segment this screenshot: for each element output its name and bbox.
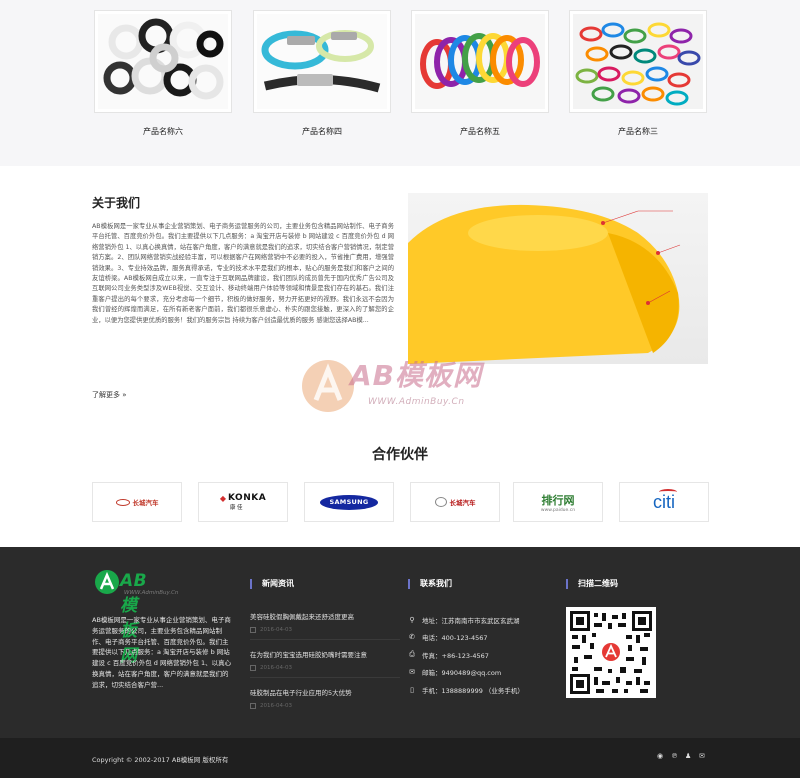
samsung-logo: SAMSUNG xyxy=(320,494,378,510)
ab-logo-icon xyxy=(95,570,119,594)
social-links: ◉ ℗ ♟ ✉ xyxy=(657,753,706,760)
divider xyxy=(250,639,400,640)
news-title[interactable]: 硅胶制品在电子行业应用的5大优势 xyxy=(250,687,400,697)
partner-citi[interactable]: citi xyxy=(619,482,709,522)
partner-label: KONKA xyxy=(227,493,267,503)
about-text: AB模板网是一家专业从事企业营销策划、电子商务运营服务的公司，主要业务包含精品网… xyxy=(92,223,394,324)
contact-label: 电话：400-123-4567 xyxy=(422,634,488,643)
product-card[interactable]: 产品名称四 xyxy=(253,10,391,137)
calendar-icon xyxy=(250,627,256,633)
contact-label[interactable]: 邮箱：9490489@qq.com xyxy=(422,667,501,677)
partner-sublabel: www.paidue.cn xyxy=(540,507,576,513)
news-date: 2016-04-03 xyxy=(260,665,292,671)
news-item[interactable]: 在为我们的宝宝选用硅胶奶嘴时需要注意 2016-04-03 xyxy=(250,649,400,678)
watermark-logo-icon xyxy=(302,360,354,412)
qq-icon[interactable]: ♟ xyxy=(685,753,692,760)
contact-address: ⚲ 地址：江苏南南市市玄武区玄武湖 xyxy=(408,611,524,629)
contact-label: 地址：江苏南南市市玄武区玄武湖 xyxy=(422,616,520,625)
partner-konka[interactable]: ◆ KONKA 康 佳 xyxy=(198,482,288,522)
mail-icon: ✉ xyxy=(409,668,415,677)
news-item[interactable]: 硅胶制品在电子行业应用的5大优势 2016-04-03 xyxy=(250,687,400,709)
partner-label: citi xyxy=(653,491,675,512)
learn-more-link[interactable]: 了解更多 » xyxy=(92,390,127,400)
partner-paihang[interactable]: 排行网 www.paidue.cn xyxy=(513,482,603,522)
news-date: 2016-04-03 xyxy=(260,627,292,633)
partner-greatwall[interactable]: 长城汽车 xyxy=(92,482,182,522)
partner-samsung[interactable]: SAMSUNG xyxy=(304,482,394,522)
bands-pile-image[interactable] xyxy=(573,14,703,109)
greatwall-logo xyxy=(115,498,130,506)
partner-greatwall-auto[interactable]: 长城汽车 xyxy=(410,482,500,522)
location-icon: ⚲ xyxy=(409,615,415,624)
contact-phone: ✆ 电话：400-123-4567 xyxy=(408,629,524,647)
paypal-icon[interactable]: ℗ xyxy=(671,753,678,760)
weibo-icon[interactable]: ◉ xyxy=(657,753,664,760)
contact-label: 传真：+86-123-4567 xyxy=(422,651,489,660)
partners-title: 合作伙伴 xyxy=(372,447,428,463)
contact-mobile: ▯ 手机：1388889999 （业务手机） xyxy=(408,681,524,699)
news-list: 美容硅胶假胸佩戴起来还舒适度更高 2016-04-03 在为我们的宝宝选用硅胶奶… xyxy=(250,611,400,718)
about-image xyxy=(408,193,708,364)
partner-sublabel: 康 佳 xyxy=(229,505,243,511)
contact-fax: ⎙ 传真：+86-123-4567 xyxy=(408,646,524,664)
news-date: 2016-04-03 xyxy=(260,703,292,709)
partner-label: SAMSUNG xyxy=(329,498,369,506)
contact-email[interactable]: ✉ 邮箱：9490489@qq.com xyxy=(408,664,524,682)
silicone-rings-image[interactable] xyxy=(98,14,228,109)
partner-label: 长城汽车 xyxy=(132,499,159,507)
copyright: Copyright © 2002-2017 AB模板网 版权所有 xyxy=(92,756,229,764)
news-heading: 新闻资讯 xyxy=(250,579,294,589)
fax-icon: ⎙ xyxy=(409,650,415,659)
products-section: 产品名称六 产品名称四 产品名称五 产品名称三 xyxy=(0,0,800,166)
calendar-icon xyxy=(250,703,256,709)
wristband-image[interactable] xyxy=(257,14,387,109)
product-card[interactable]: 产品名称三 xyxy=(569,10,707,137)
colored-bracelets-image[interactable] xyxy=(415,14,545,109)
news-item[interactable]: 美容硅胶假胸佩戴起来还舒适度更高 2016-04-03 xyxy=(250,611,400,640)
greatwall-auto-logo xyxy=(434,497,447,507)
footer-logo-sub: WWW.AdminBuy.Cn xyxy=(124,590,179,596)
contact-label: 手机：1388889999 （业务手机） xyxy=(422,686,524,695)
product-card[interactable]: 产品名称五 xyxy=(411,10,549,137)
footer: AB模板网 WWW.AdminBuy.Cn AB模板网是一家专业从事企业营销策划… xyxy=(0,547,800,738)
qr-heading: 扫描二维码 xyxy=(566,579,618,589)
product-name[interactable]: 产品名称四 xyxy=(253,126,391,137)
citi-logo xyxy=(659,488,677,495)
contact-list: ⚲ 地址：江苏南南市市玄武区玄武湖 ✆ 电话：400-123-4567 ⎙ 传真：+8… xyxy=(408,611,524,699)
news-title[interactable]: 美容硅胶假胸佩戴起来还舒适度更高 xyxy=(250,611,400,621)
konka-logo: ◆ xyxy=(219,493,226,503)
contact-heading: 联系我们 xyxy=(408,579,452,589)
partner-label: 长城汽车 xyxy=(449,499,476,507)
qr-code xyxy=(566,607,656,698)
partner-label: 排行网 xyxy=(541,493,575,507)
product-name[interactable]: 产品名称三 xyxy=(569,126,707,137)
calendar-icon xyxy=(250,665,256,671)
product-name[interactable]: 产品名称六 xyxy=(94,126,232,137)
product-card[interactable]: 产品名称六 xyxy=(94,10,232,137)
qr-code-icon xyxy=(570,611,652,694)
footer-intro: AB模板网是一家专业从事企业营销策划、电子商务运营服务的公司，主要业务包含精品网… xyxy=(92,616,232,689)
about-title: 关于我们 xyxy=(92,196,141,210)
divider xyxy=(250,677,400,678)
email-icon[interactable]: ✉ xyxy=(699,753,706,760)
watermark-sub: WWW.AdminBuy.Cn xyxy=(368,397,465,407)
footer-bottom: Copyright © 2002-2017 AB模板网 版权所有 ◉ ℗ ♟ ✉ xyxy=(0,738,800,778)
phone-icon: ✆ xyxy=(409,633,415,642)
product-name[interactable]: 产品名称五 xyxy=(411,126,549,137)
mobile-icon: ▯ xyxy=(410,685,414,694)
news-title[interactable]: 在为我们的宝宝选用硅胶奶嘴时需要注意 xyxy=(250,649,400,659)
